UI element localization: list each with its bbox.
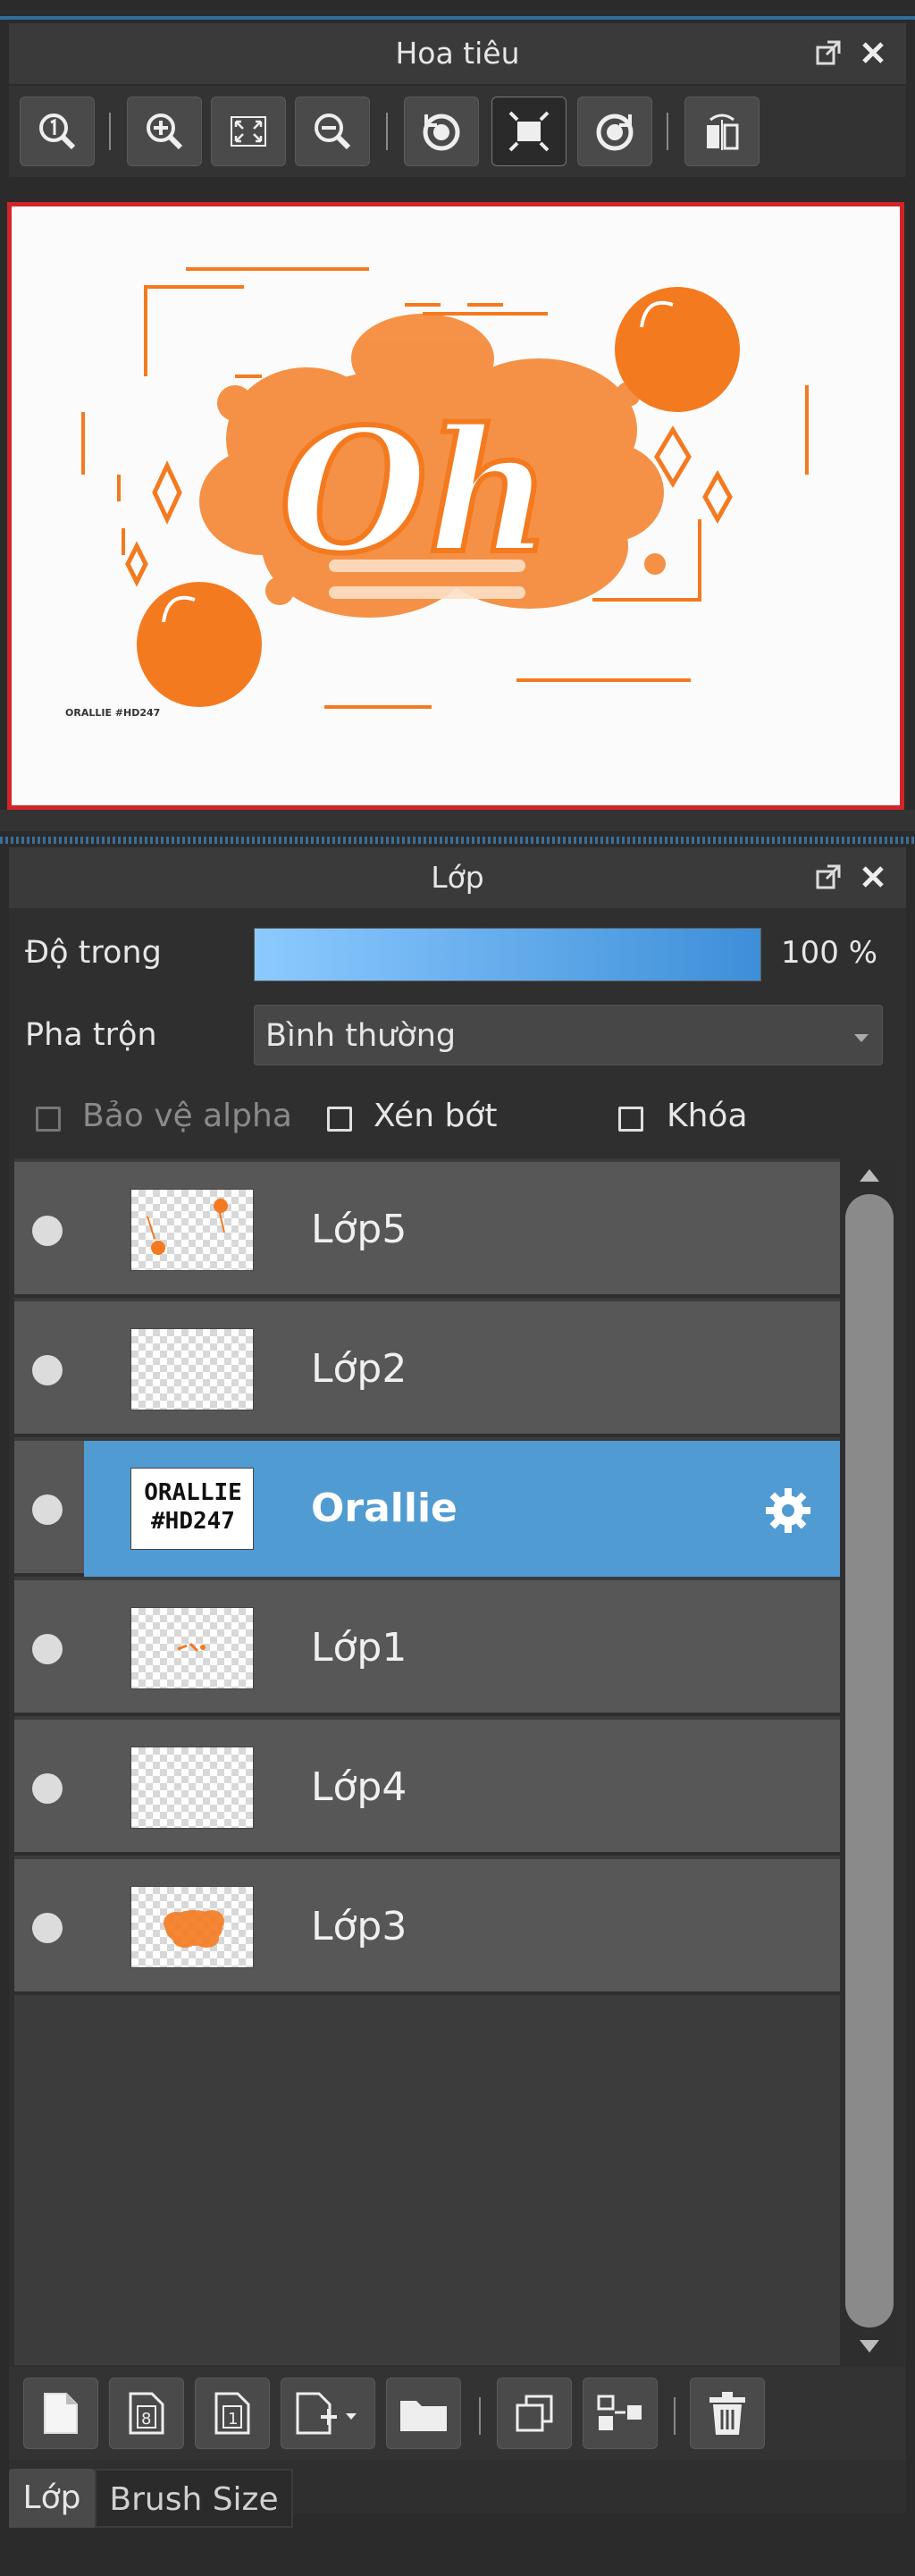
- folder-icon: [400, 2401, 447, 2431]
- tab-brush-size[interactable]: Brush Size: [95, 2469, 293, 2528]
- visibility-toggle[interactable]: [32, 1355, 63, 1385]
- layer-thumbnail: [130, 1886, 254, 1968]
- duplicate-layer-icon: [516, 2395, 553, 2432]
- panel-title: Lớp: [431, 860, 484, 895]
- fit-frame-icon: [508, 111, 550, 152]
- new-layer-icon: [44, 2393, 78, 2434]
- zoom-actual-icon: [39, 114, 76, 150]
- visibility-toggle[interactable]: [32, 1773, 63, 1804]
- new-1bit-layer-icon: 1: [214, 2392, 250, 2435]
- layer-thumbnail: [130, 1328, 254, 1410]
- layer-row-selected[interactable]: ORALLIE #HD247 Orallie: [14, 1441, 840, 1577]
- layer-row[interactable]: Lớp3: [14, 1859, 840, 1995]
- navigator-header: Hoa tiêu: [9, 23, 906, 84]
- delete-layer-button[interactable]: [690, 2378, 765, 2449]
- panel-divider: [0, 16, 915, 20]
- blend-label: Pha trộn: [25, 1017, 157, 1053]
- visibility-toggle[interactable]: [32, 1216, 63, 1246]
- layer-thumbnail: ORALLIE #HD247: [130, 1468, 254, 1550]
- scrollbar-thumb[interactable]: [845, 1194, 894, 2328]
- layer-thumbnail: [130, 1189, 254, 1271]
- new-layer-button[interactable]: [23, 2378, 98, 2449]
- orange-circle-top: [615, 287, 740, 412]
- clip-checkbox[interactable]: [327, 1107, 352, 1132]
- layer-name: Lớp1: [311, 1625, 407, 1671]
- blend-mode-select[interactable]: Bình thường: [254, 1005, 883, 1065]
- layers-header: Lớp: [9, 847, 906, 908]
- scroll-down-icon[interactable]: [858, 2338, 881, 2358]
- layer-name: Lớp3: [311, 1904, 407, 1949]
- fit-screen-button[interactable]: [211, 97, 286, 166]
- artwork-title-text: Oh: [280, 391, 551, 591]
- opacity-slider[interactable]: [254, 928, 761, 981]
- popout-icon[interactable]: [813, 862, 844, 892]
- protect-alpha-label: Bảo vệ alpha: [82, 1098, 292, 1134]
- scroll-up-icon[interactable]: [858, 1167, 881, 1187]
- popout-icon[interactable]: [813, 38, 844, 68]
- visibility-toggle[interactable]: [32, 1913, 63, 1943]
- artwork-preview: Oh ORALLIE #HD247: [12, 206, 900, 805]
- splitter-handle[interactable]: [0, 837, 915, 844]
- zoom-out-button[interactable]: [295, 97, 370, 166]
- visibility-toggle[interactable]: [32, 1634, 63, 1664]
- panel-title: Hoa tiêu: [395, 36, 520, 71]
- new-8bit-layer-button[interactable]: 8: [109, 2378, 184, 2449]
- tab-layers[interactable]: Lớp: [9, 2469, 95, 2528]
- rotate-left-icon: [423, 114, 460, 151]
- layer-toolbar: 8 1: [9, 2367, 906, 2460]
- fit-screen-icon: [231, 116, 266, 147]
- merge-down-button[interactable]: [583, 2378, 658, 2449]
- layer-row[interactable]: Lớp1: [14, 1580, 840, 1716]
- navigator-toolbar: [9, 86, 906, 177]
- layer-thumbnail: [130, 1607, 254, 1689]
- flip-horizontal-icon: [707, 114, 739, 150]
- rotate-left-button[interactable]: [404, 97, 479, 166]
- add-layer-menu-button[interactable]: [281, 2378, 375, 2449]
- zoom-actual-button[interactable]: [20, 97, 95, 166]
- add-layer-menu-icon: [296, 2392, 357, 2435]
- rotate-right-button[interactable]: [577, 97, 652, 166]
- layer-name: Lớp4: [311, 1764, 407, 1810]
- gear-icon[interactable]: [763, 1486, 813, 1539]
- new-1bit-layer-button[interactable]: 1: [195, 2378, 270, 2449]
- flip-horizontal-button[interactable]: [684, 97, 760, 166]
- navigator-preview[interactable]: Oh ORALLIE #HD247: [7, 202, 904, 810]
- fit-frame-button[interactable]: [491, 97, 567, 166]
- new-8bit-layer-icon: 8: [129, 2392, 164, 2435]
- layer-name: Orallie: [311, 1486, 458, 1531]
- duplicate-layer-button[interactable]: [497, 2378, 572, 2449]
- layer-row[interactable]: Lớp4: [14, 1720, 840, 1856]
- orange-circle-bottom: [137, 582, 262, 707]
- zoom-out-icon: [315, 114, 351, 150]
- layer-name: Lớp2: [311, 1346, 407, 1392]
- new-folder-button[interactable]: [386, 2378, 461, 2449]
- svg-text:1: 1: [228, 2410, 238, 2429]
- protect-alpha-checkbox[interactable]: [36, 1107, 61, 1132]
- delete-icon: [709, 2392, 745, 2435]
- lock-label: Khóa: [667, 1098, 748, 1134]
- close-icon[interactable]: [858, 38, 888, 68]
- lock-checkbox[interactable]: [618, 1107, 643, 1132]
- layer-row[interactable]: Lớp5: [14, 1162, 840, 1298]
- visibility-toggle[interactable]: [32, 1494, 63, 1525]
- svg-text:8: 8: [141, 2410, 151, 2429]
- layer-row[interactable]: Lớp2: [14, 1301, 840, 1437]
- chevron-down-icon: [853, 1031, 869, 1048]
- layer-name: Lớp5: [311, 1207, 407, 1252]
- blend-mode-value: Bình thường: [265, 1018, 457, 1054]
- artwork-signature: ORALLIE #HD247: [65, 707, 160, 719]
- rotate-right-icon: [596, 114, 634, 151]
- opacity-label: Độ trong: [25, 935, 162, 971]
- zoom-in-button[interactable]: [127, 97, 202, 166]
- opacity-value: 100 %: [781, 935, 878, 971]
- close-icon[interactable]: [858, 862, 888, 892]
- zoom-in-icon: [147, 114, 183, 150]
- clip-label: Xén bớt: [374, 1098, 498, 1134]
- merge-down-icon: [597, 2395, 642, 2430]
- layer-thumbnail: [130, 1747, 254, 1829]
